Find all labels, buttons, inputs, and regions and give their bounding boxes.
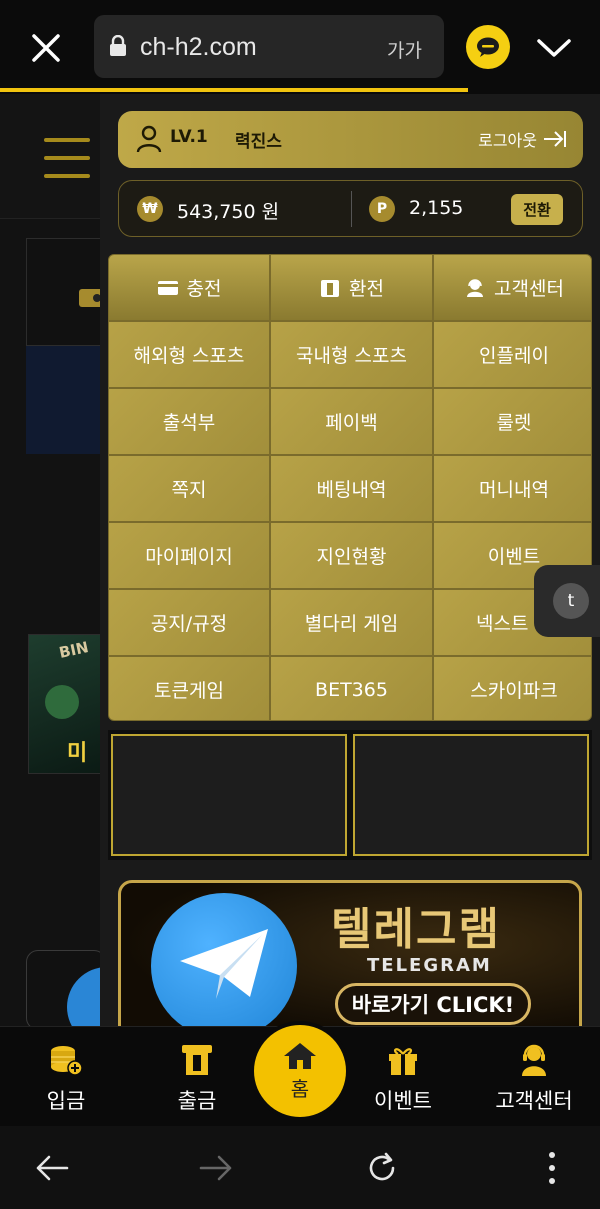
game-card[interactable] [26, 950, 106, 1030]
nav-label: 출금 [177, 1089, 217, 1113]
game-card[interactable] [26, 346, 106, 454]
telegram-banner[interactable]: 텔레그램 TELEGRAM 바로가기 CLICK! [118, 880, 582, 1040]
ad-slot-right[interactable] [353, 734, 589, 856]
home-icon [284, 1042, 316, 1069]
card-icon [157, 280, 178, 295]
nav-home[interactable]: 홈 [254, 1025, 346, 1117]
logout-button[interactable]: 로그아웃 [478, 127, 567, 151]
nav-label: 고객센터 [495, 1089, 573, 1113]
point-balance: 2,155 [409, 197, 464, 219]
logout-label: 로그아웃 [478, 131, 537, 150]
menu-item[interactable]: 마이페이지 [109, 523, 269, 588]
menu-item[interactable]: 머니내역 [434, 456, 591, 521]
convert-button[interactable]: 전환 [511, 194, 563, 225]
nav-event[interactable]: 이벤트 [348, 1041, 458, 1115]
agent-icon [467, 278, 484, 297]
menu-item[interactable]: 룰렛 [434, 389, 591, 454]
more-vert-icon[interactable] [530, 1146, 574, 1190]
menu-withdraw[interactable]: 환전 [271, 255, 432, 320]
ad-slot-left[interactable] [111, 734, 347, 856]
user-bar: LV.1 력진스 로그아웃 [118, 111, 583, 168]
user-level: LV.1 [170, 127, 208, 147]
nav-label: 홈 [290, 1076, 310, 1101]
bingo-game-card[interactable]: BIN 미니 [28, 634, 106, 774]
point-coin-icon: P [369, 196, 395, 222]
menu-icon[interactable] [44, 138, 90, 178]
coins-icon [46, 1041, 86, 1079]
floating-t-icon: t [553, 583, 589, 619]
android-nav-bar [0, 1126, 600, 1209]
menu-grid: 충전 환전 고객센터 해외형 스포츠 국내형 스포츠 인플레이 출석부 페이백 … [108, 254, 592, 721]
menu-item[interactable]: 인플레이 [434, 322, 591, 387]
money-balance: 543,750 원 [177, 201, 280, 223]
floating-side-button[interactable]: t [534, 565, 600, 637]
bottom-nav: 입금 출금 홈 이벤트 고객센터 [0, 1025, 600, 1126]
menu-charge[interactable]: 충전 [109, 255, 269, 320]
menu-label: 고객센터 [494, 278, 564, 300]
chevron-down-icon[interactable] [532, 28, 576, 68]
user-icon [136, 125, 162, 153]
telegram-link-button[interactable]: 바로가기 CLICK! [335, 983, 531, 1025]
url-text: ch-h2.com [140, 33, 257, 61]
close-icon[interactable] [22, 24, 70, 72]
banner-subtitle: TELEGRAM [367, 955, 492, 976]
menu-label: 충전 [186, 278, 222, 300]
nav-customer-center[interactable]: 고객센터 [479, 1041, 589, 1115]
browser-toolbar: ch-h2.com 가가 [0, 0, 600, 94]
menu-item[interactable]: 지인현황 [271, 523, 432, 588]
menu-item[interactable]: 쪽지 [109, 456, 269, 521]
divider [351, 191, 352, 227]
logout-icon [544, 131, 566, 147]
username: 력진스 [235, 132, 282, 152]
menu-customer-center[interactable]: 고객센터 [434, 255, 591, 320]
menu-item[interactable]: 베팅내역 [271, 456, 432, 521]
balance-bar: ₩ 543,750 원 P 2,155 전환 [118, 180, 583, 237]
menu-item[interactable]: 공지/규정 [109, 590, 269, 655]
paper-plane-icon [180, 929, 268, 999]
address-bar[interactable]: ch-h2.com 가가 [94, 15, 444, 78]
back-arrow-icon[interactable] [30, 1146, 74, 1190]
forward-arrow-icon[interactable] [194, 1146, 238, 1190]
banner-title: 텔레그램 [331, 904, 501, 955]
menu-item[interactable]: BET365 [271, 657, 432, 720]
agent-icon [514, 1041, 554, 1079]
side-drawer: LV.1 력진스 로그아웃 ₩ 543,750 원 P 2,155 전환 충전 … [100, 94, 600, 1040]
atm-icon [177, 1041, 217, 1079]
page-load-progress [0, 88, 468, 92]
won-coin-icon: ₩ [137, 196, 163, 222]
gift-icon [383, 1041, 423, 1079]
menu-item[interactable]: 페이백 [271, 389, 432, 454]
kakao-chat-icon[interactable] [466, 25, 510, 69]
menu-item[interactable]: 해외형 스포츠 [109, 322, 269, 387]
menu-item[interactable]: 국내형 스포츠 [271, 322, 432, 387]
nav-label: 이벤트 [374, 1089, 432, 1113]
nav-deposit[interactable]: 입금 [11, 1041, 121, 1115]
nav-label: 입금 [46, 1089, 86, 1113]
menu-item[interactable]: 스카이파크 [434, 657, 591, 720]
menu-item[interactable]: 별다리 게임 [271, 590, 432, 655]
refresh-icon[interactable] [360, 1146, 404, 1190]
atm-icon [321, 279, 340, 297]
text-size-button[interactable]: 가가 [387, 36, 422, 63]
menu-label: 환전 [349, 278, 384, 300]
lock-icon [110, 35, 126, 56]
nav-withdraw[interactable]: 출금 [142, 1041, 252, 1115]
game-card[interactable] [26, 238, 106, 346]
menu-item[interactable]: 출석부 [109, 389, 269, 454]
menu-item[interactable]: 토큰게임 [109, 657, 269, 720]
